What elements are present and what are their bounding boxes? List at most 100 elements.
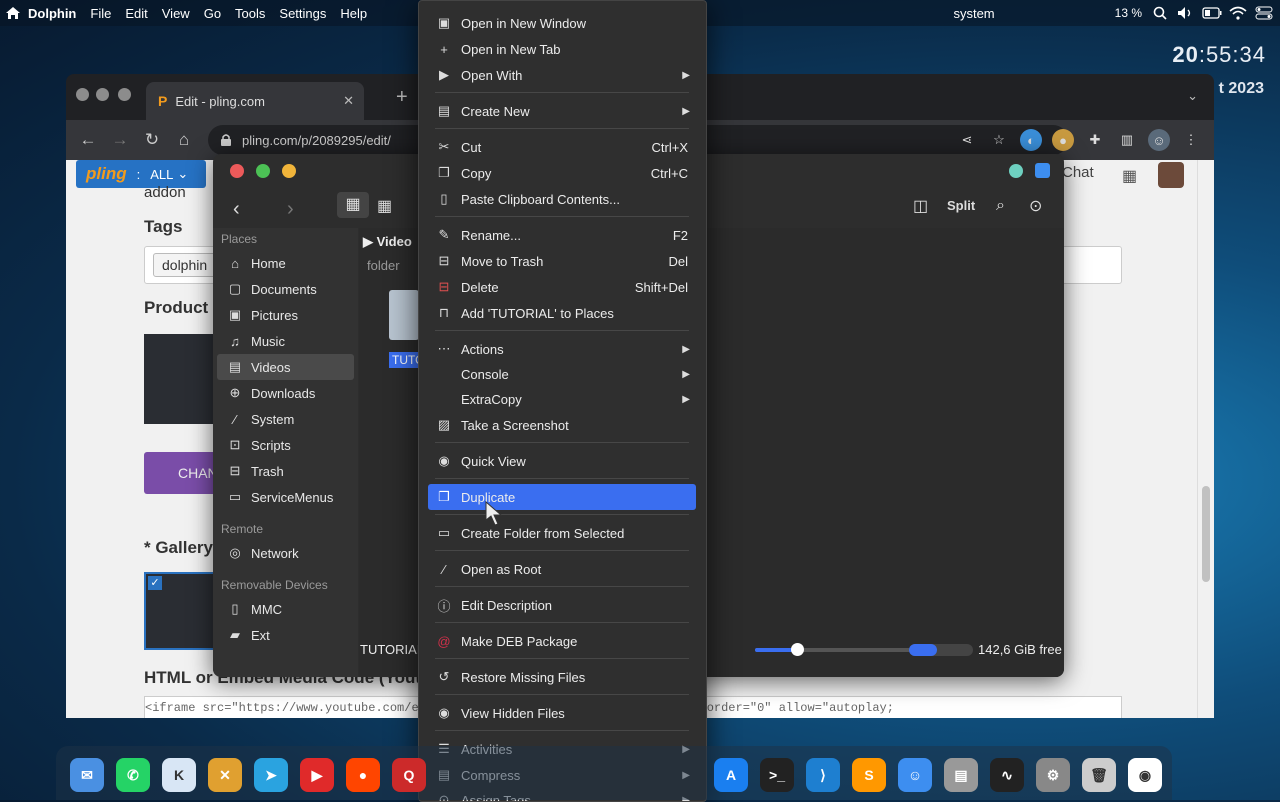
- places-item-music[interactable]: ♫Music: [217, 328, 354, 354]
- home-icon[interactable]: ⌂: [168, 130, 200, 150]
- search-icon[interactable]: [1150, 5, 1170, 21]
- close-window-button[interactable]: [230, 164, 244, 178]
- places-item-scripts[interactable]: ⊡Scripts: [217, 432, 354, 458]
- menu-item-copy[interactable]: ❐CopyCtrl+C: [428, 160, 696, 186]
- maximize-window-button[interactable]: [256, 164, 270, 178]
- split-label[interactable]: Split: [947, 198, 975, 213]
- menu-item-delete[interactable]: ⊟DeleteShift+Del: [428, 274, 696, 300]
- menu-item-add-to-places[interactable]: ⊓Add 'TUTORIAL' to Places: [428, 300, 696, 326]
- dock-youtube-icon[interactable]: ▶: [300, 758, 334, 792]
- places-item-home[interactable]: ⌂Home: [217, 250, 354, 276]
- chat-link[interactable]: Chat: [1062, 164, 1094, 181]
- dock-trash-icon[interactable]: 🗑: [1082, 758, 1116, 792]
- menu-item-open-with[interactable]: ▶Open With▶: [428, 62, 696, 88]
- new-tab-icon[interactable]: +: [396, 86, 408, 109]
- menu-item-take-screenshot[interactable]: ▨Take a Screenshot: [428, 412, 696, 438]
- pling-store-selector[interactable]: pling : ALL ⌄: [76, 160, 206, 188]
- extensions-puzzle-icon[interactable]: ✚: [1084, 129, 1106, 151]
- icons-view-icon[interactable]: ▦: [337, 192, 369, 218]
- places-item-system[interactable]: ∕System: [217, 406, 354, 432]
- menu-item-cut[interactable]: ✂CutCtrl+X: [428, 134, 696, 160]
- menu-item-restore-missing-files[interactable]: ↺Restore Missing Files: [428, 664, 696, 690]
- places-item-mmc[interactable]: ▯MMC: [217, 596, 354, 622]
- places-item-network[interactable]: ◎Network: [217, 540, 354, 566]
- menu-item-create-folder-from-selected[interactable]: ▭Create Folder from Selected: [428, 520, 696, 546]
- menu-edit[interactable]: Edit: [125, 6, 147, 21]
- menu-item-create-new[interactable]: ▤Create New▶: [428, 98, 696, 124]
- split-view-icon[interactable]: ◫: [913, 196, 928, 216]
- close-window-button[interactable]: [76, 88, 89, 101]
- window-extra-dot[interactable]: [1009, 164, 1023, 178]
- menu-file[interactable]: File: [90, 6, 111, 21]
- menu-go[interactable]: Go: [204, 6, 221, 21]
- menu-item-open-new-window[interactable]: ▣Open in New Window: [428, 10, 696, 36]
- dock-whatsapp-icon[interactable]: ✆: [116, 758, 150, 792]
- scrollbar-thumb[interactable]: [1202, 486, 1210, 582]
- volume-icon[interactable]: [1176, 5, 1196, 21]
- product-thumbnail[interactable]: [144, 334, 214, 424]
- menu-item-view-hidden-files[interactable]: ◉View Hidden Files: [428, 700, 696, 726]
- dock-reddit-icon[interactable]: ●: [346, 758, 380, 792]
- dock-app-store-icon[interactable]: A: [714, 758, 748, 792]
- page-scrollbar[interactable]: [1197, 160, 1214, 718]
- minimize-window-button[interactable]: [96, 88, 109, 101]
- back-icon[interactable]: ‹: [233, 198, 240, 221]
- dock-terminal-icon[interactable]: >_: [760, 758, 794, 792]
- control-center-icon[interactable]: [1254, 5, 1274, 21]
- menu-settings[interactable]: Settings: [279, 6, 326, 21]
- places-item-documents[interactable]: ▢Documents: [217, 276, 354, 302]
- search-icon[interactable]: ⌕: [996, 197, 1005, 215]
- dock-chrome-icon[interactable]: ◉: [1128, 758, 1162, 792]
- forward-icon[interactable]: ›: [287, 198, 294, 221]
- battery-icon[interactable]: [1202, 5, 1222, 21]
- lock-icon[interactable]: [220, 133, 232, 147]
- menu-item-console[interactable]: Console▶: [428, 361, 696, 387]
- side-panel-icon[interactable]: ▥: [1116, 129, 1138, 151]
- wifi-icon[interactable]: [1228, 5, 1248, 21]
- app-menu[interactable]: Dolphin: [28, 6, 76, 21]
- dock-vscode-icon[interactable]: ⟩: [806, 758, 840, 792]
- apps-grid-icon[interactable]: ▦: [1122, 166, 1137, 186]
- menu-help[interactable]: Help: [340, 6, 367, 21]
- share-icon[interactable]: ⋖: [956, 129, 978, 151]
- menu-view[interactable]: View: [162, 6, 190, 21]
- more-options-icon[interactable]: ⊙: [1029, 196, 1042, 216]
- reload-icon[interactable]: ↻: [136, 130, 168, 150]
- menu-item-move-to-trash[interactable]: ⊟Move to TrashDel: [428, 248, 696, 274]
- tab-search-icon[interactable]: ⌄: [1187, 88, 1198, 104]
- check-icon[interactable]: ✓: [148, 576, 162, 590]
- tag-pill[interactable]: dolphin: [153, 253, 216, 277]
- close-tab-icon[interactable]: ✕: [343, 93, 354, 109]
- dock-finder-icon[interactable]: ☺: [898, 758, 932, 792]
- dock-sublime-icon[interactable]: S: [852, 758, 886, 792]
- menu-item-paste[interactable]: ▯Paste Clipboard Contents...: [428, 186, 696, 212]
- dock-telegram-icon[interactable]: ➤: [254, 758, 288, 792]
- minimize-window-button[interactable]: [282, 164, 296, 178]
- places-item-trash[interactable]: ⊟Trash: [217, 458, 354, 484]
- browser-menu-icon[interactable]: ⋮: [1180, 129, 1202, 151]
- breadcrumb[interactable]: ▶ Video: [363, 234, 412, 250]
- extension-compass-icon[interactable]: ◐: [1020, 129, 1042, 151]
- menu-item-make-deb-package[interactable]: @Make DEB Package: [428, 628, 696, 654]
- menu-item-duplicate[interactable]: ❐Duplicate: [428, 484, 696, 510]
- places-item-downloads[interactable]: ⊕Downloads: [217, 380, 354, 406]
- dock-xmind-icon[interactable]: ✕: [208, 758, 242, 792]
- menu-tools[interactable]: Tools: [235, 6, 265, 21]
- menu-item-edit-description[interactable]: ⓘEdit Description: [428, 592, 696, 618]
- user-avatar[interactable]: [1158, 162, 1184, 188]
- places-item-videos[interactable]: ▤Videos: [217, 354, 354, 380]
- dock-q-app-icon[interactable]: Q: [392, 758, 426, 792]
- menu-item-extracopy[interactable]: ExtraCopy▶: [428, 386, 696, 412]
- bookmark-star-icon[interactable]: ☆: [988, 129, 1010, 151]
- dock-kde-connect-icon[interactable]: K: [162, 758, 196, 792]
- menu-item-quick-view[interactable]: ◉Quick View: [428, 448, 696, 474]
- browser-tab[interactable]: P Edit - pling.com ✕: [146, 82, 364, 120]
- system-monitor-label[interactable]: system: [953, 6, 994, 21]
- extension-cookie-icon[interactable]: ●: [1052, 129, 1074, 151]
- forward-icon[interactable]: →: [104, 130, 136, 150]
- dock-mail-icon[interactable]: ✉: [70, 758, 104, 792]
- back-icon[interactable]: ←: [72, 130, 104, 150]
- dock-system-settings-icon[interactable]: ⚙: [1036, 758, 1070, 792]
- menu-item-actions[interactable]: ⋯Actions▶: [428, 336, 696, 362]
- places-item-servicemenus[interactable]: ▭ServiceMenus: [217, 484, 354, 510]
